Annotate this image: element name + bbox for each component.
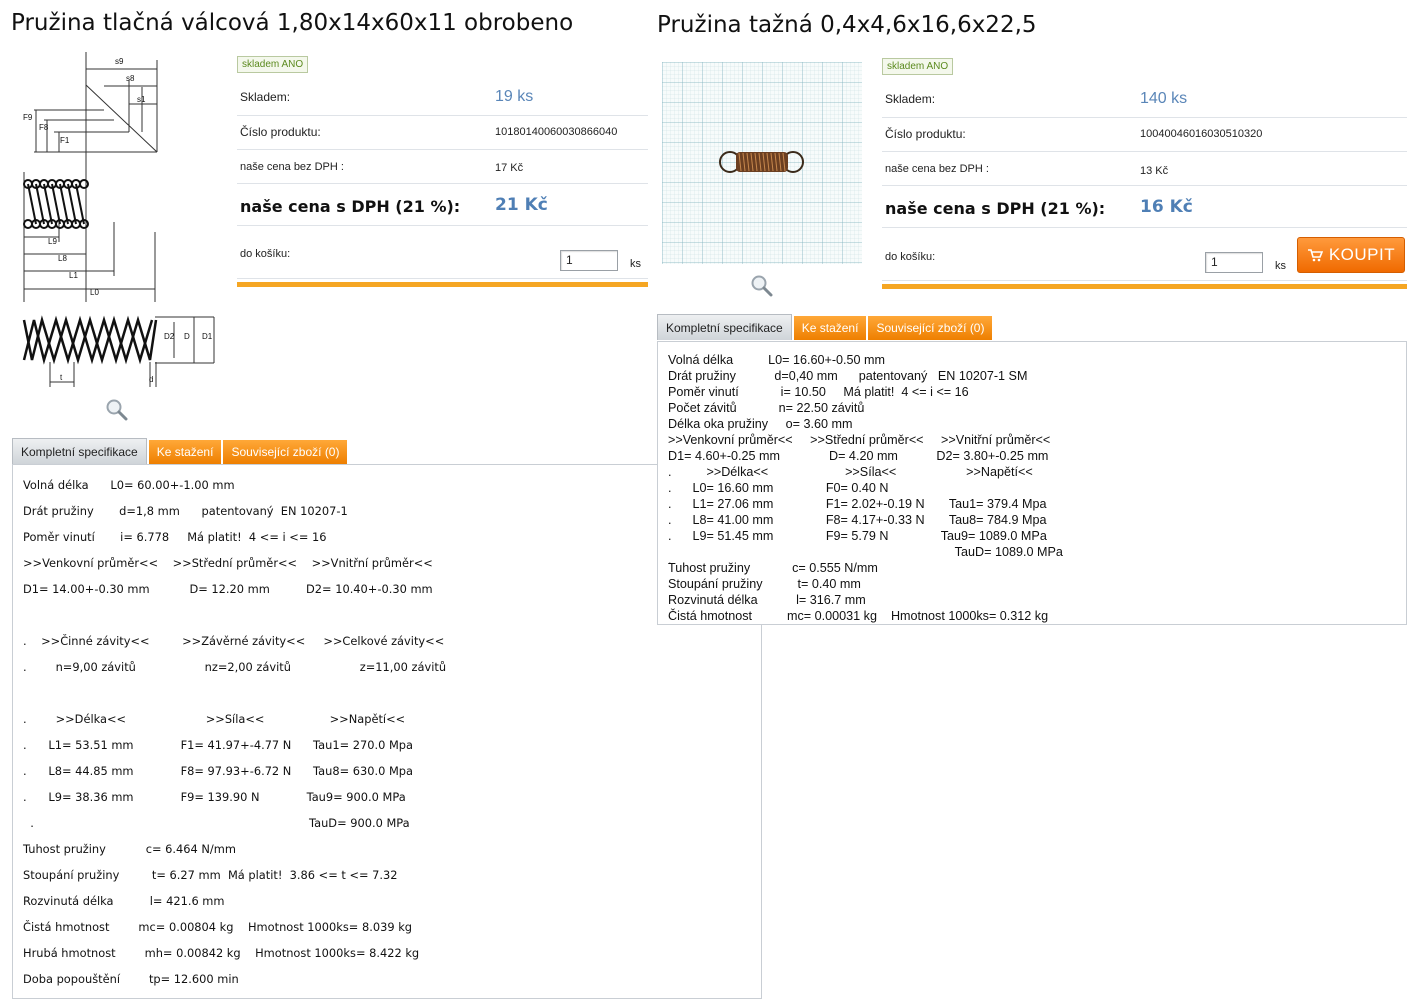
right-stock-value: 140 ks	[1140, 90, 1188, 107]
drawing-label-f1: F1	[60, 136, 70, 145]
right-orange-bar	[882, 284, 1407, 289]
spec-line: . L8= 41.00 mm F8= 4.17+-0.33 N Tau8= 78…	[668, 513, 1047, 527]
spec-line: . TauD= 900.0 MPa	[23, 816, 410, 830]
spec-line: Drát pružiny d=1,8 mm patentovaný EN 102…	[23, 504, 348, 518]
spec-line: Délka oka pružiny o= 3.60 mm	[668, 417, 853, 431]
left-tab-related[interactable]: Související zboží (0)	[223, 440, 348, 464]
spec-line: Drát pružiny d=0,40 mm patentovaný EN 10…	[668, 369, 1028, 383]
right-tabs: Kompletní specifikace Ke stažení Souvise…	[657, 314, 993, 340]
left-cart-label: do košíku:	[240, 248, 291, 260]
spec-line: . >>Délka<< >>Síla<< >>Napětí<<	[23, 712, 406, 726]
spec-line: . L1= 27.06 mm F1= 2.02+-0.19 N Tau1= 37…	[668, 497, 1047, 511]
drawing-label-s9: s9	[115, 57, 124, 66]
left-zoom-icon[interactable]	[105, 398, 129, 422]
spec-line: >>Venkovní průměr<< >>Střední průměr<< >…	[23, 556, 433, 570]
spec-line: Poměr vinutí i= 10.50 Má platit! 4 <= i …	[668, 385, 969, 399]
left-stock-badge: skladem ANO	[237, 56, 309, 73]
left-product-no-value: 10180140060030866040	[495, 126, 618, 138]
drawing-label-l1: L1	[69, 271, 78, 280]
left-quantity-unit: ks	[630, 258, 641, 270]
drawing-label-d2: D2	[164, 332, 175, 341]
left-spec-panel: Volná délka L0= 60.00+-1.00 mm Drát pruž…	[12, 464, 762, 999]
spec-line: . L0= 16.60 mm F0= 0.40 N	[668, 481, 889, 495]
right-cart-label: do košíku:	[885, 251, 936, 263]
left-quantity-input[interactable]: 1	[560, 250, 618, 271]
right-price-net-value: 13 Kč	[1140, 165, 1169, 177]
spec-line: Volná délka L0= 60.00+-1.00 mm	[23, 478, 235, 492]
left-tab-downloads[interactable]: Ke stažení	[148, 440, 222, 464]
drawing-label-s8: s8	[126, 74, 135, 83]
spec-line: Počet závitů n= 22.50 závitů	[668, 401, 865, 415]
drawing-label-d: D	[184, 332, 190, 341]
spec-line: . n=9,00 závitů nz=2,00 závitů z=11,00 z…	[23, 660, 447, 674]
spec-line: Stoupání pružiny t= 6.27 mm Má platit! 3…	[23, 868, 398, 882]
spec-line: D1= 4.60+-0.25 mm D= 4.20 mm D2= 3.80+-0…	[668, 449, 1049, 463]
drawing-label-l8: L8	[58, 254, 67, 263]
drawing-label-d-wire: d	[149, 375, 153, 384]
spec-line: Doba popouštění tp= 12.600 min	[23, 972, 239, 986]
spec-line: . L9= 51.45 mm F9= 5.79 N Tau9= 1089.0 M…	[668, 529, 1047, 543]
spec-line: Tuhost pružiny c= 6.464 N/mm	[23, 842, 236, 856]
left-stock-label: Skladem:	[240, 90, 291, 104]
spec-line: Stoupání pružiny t= 0.40 mm	[668, 577, 861, 591]
right-tab-downloads[interactable]: Ke stažení	[793, 316, 867, 340]
right-quantity-input[interactable]: 1	[1205, 252, 1263, 273]
right-tab-related[interactable]: Související zboží (0)	[868, 316, 993, 340]
right-zoom-icon[interactable]	[750, 274, 774, 298]
spec-line: . >>Délka<< >>Síla<< >>Napětí<<	[668, 465, 1033, 479]
drawing-label-l9: L9	[48, 237, 57, 246]
right-price-vat-value: 16 Kč	[1140, 197, 1193, 217]
spec-line: TauD= 1089.0 MPa	[668, 545, 1063, 559]
drawing-label-l0: L0	[90, 288, 99, 297]
left-tabs: Kompletní specifikace Ke stažení Souvise…	[12, 438, 348, 464]
right-quantity-unit: ks	[1275, 260, 1286, 272]
left-product-title: Pružina tlačná válcová 1,80x14x60x11 obr…	[11, 10, 574, 36]
right-stock-label: Skladem:	[885, 92, 936, 106]
left-stock-value: 19 ks	[495, 88, 534, 105]
spec-line: . L8= 44.85 mm F8= 97.93+-6.72 N Tau8= 6…	[23, 764, 413, 778]
spec-line: . L9= 38.36 mm F9= 139.90 N Tau9= 900.0 …	[23, 790, 406, 804]
right-spec-panel: Volná délka L0= 16.60+-0.50 mm Drát pruž…	[657, 341, 1407, 625]
drawing-label-f9: F9	[23, 113, 33, 122]
drawing-label-d1: D1	[202, 332, 213, 341]
spec-line: Rozvinutá délka l= 316.7 mm	[668, 593, 866, 607]
left-price-net-value: 17 Kč	[495, 162, 524, 174]
buy-button[interactable]: KOUPIT	[1297, 237, 1405, 273]
compression-spring-drawing: s9 s8 s1 F9 F8 F1 L9 L8 L1 L0 D2 D D1 t …	[22, 52, 215, 387]
left-price-vat-value: 21 Kč	[495, 195, 548, 215]
drawing-label-f8: F8	[39, 123, 49, 132]
right-product-no-value: 10040046016030510320	[1140, 128, 1263, 140]
spec-line: Čistá hmotnost mc= 0.00031 kg Hmotnost 1…	[668, 609, 1049, 623]
left-price-net-label: naše cena bez DPH :	[240, 161, 344, 173]
cart-icon	[1307, 249, 1323, 262]
right-price-vat-label: naše cena s DPH (21 %):	[885, 199, 1106, 218]
right-tab-specs[interactable]: Kompletní specifikace	[657, 314, 792, 340]
buy-button-label: KOUPIT	[1328, 245, 1396, 264]
extension-spring-photo	[662, 62, 862, 264]
spec-line: Čistá hmotnost mc= 0.00804 kg Hmotnost 1…	[23, 920, 413, 934]
drawing-label-t: t	[60, 373, 63, 382]
left-orange-bar	[237, 282, 648, 287]
spec-line: . L1= 53.51 mm F1= 41.97+-4.77 N Tau1= 2…	[23, 738, 413, 752]
spec-line: Rozvinutá délka l= 421.6 mm	[23, 894, 225, 908]
left-tab-specs[interactable]: Kompletní specifikace	[12, 438, 147, 464]
spec-line: . >>Činné závity<< >>Závěrné závity<< >>…	[23, 634, 445, 648]
spec-line: Volná délka L0= 16.60+-0.50 mm	[668, 353, 886, 367]
drawing-label-s1: s1	[137, 95, 146, 104]
spec-line: Poměr vinutí i= 6.778 Má platit! 4 <= i …	[23, 530, 327, 544]
right-price-net-label: naše cena bez DPH :	[885, 163, 989, 175]
spec-line: Tuhost pružiny c= 0.555 N/mm	[668, 561, 878, 575]
left-product-no-label: Číslo produktu:	[240, 125, 321, 139]
left-price-vat-label: naše cena s DPH (21 %):	[240, 197, 461, 216]
spec-line: >>Venkovní průměr<< >>Střední průměr<< >…	[668, 433, 1051, 447]
right-stock-badge: skladem ANO	[882, 58, 954, 75]
right-product-title: Pružina tažná 0,4x4,6x16,6x22,5	[657, 12, 1037, 38]
spec-line: D1= 14.00+-0.30 mm D= 12.20 mm D2= 10.40…	[23, 582, 433, 596]
right-product-no-label: Číslo produktu:	[885, 127, 966, 141]
spec-line: Hrubá hmotnost mh= 0.00842 kg Hmotnost 1…	[23, 946, 420, 960]
